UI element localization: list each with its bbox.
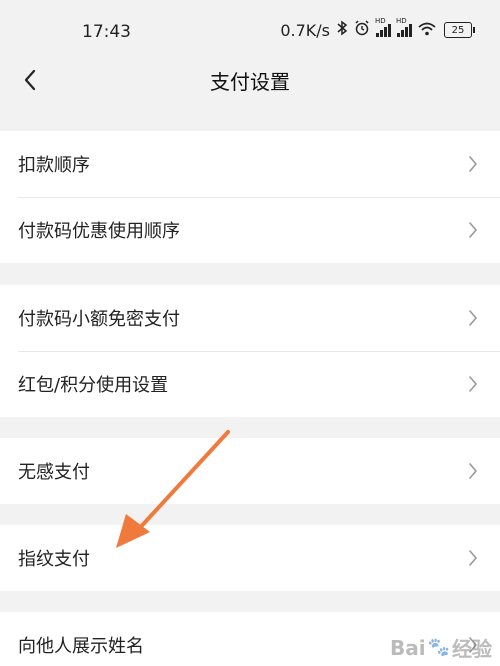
status-time: 17:43 [82, 22, 131, 42]
wifi-icon [418, 21, 436, 40]
status-bar: 17:43 0.7K/s HD HD 25 [0, 0, 500, 60]
chevron-right-icon [469, 463, 477, 479]
settings-item-coupon-order[interactable]: 付款码优惠使用顺序 [0, 197, 500, 263]
settings-item-label: 付款码小额免密支付 [18, 309, 180, 330]
chevron-right-icon [469, 222, 477, 238]
chevron-right-icon [469, 156, 477, 172]
settings-item-label: 红包/积分使用设置 [18, 375, 169, 396]
alarm-icon [354, 20, 370, 40]
settings-group-1: 扣款顺序 付款码优惠使用顺序 [0, 131, 500, 263]
settings-item-label: 付款码优惠使用顺序 [18, 221, 180, 242]
page-title: 支付设置 [210, 70, 290, 94]
paw-icon: 🐾 [427, 637, 450, 658]
chevron-right-icon [469, 376, 477, 392]
chevron-right-icon [469, 550, 477, 566]
status-icons: 0.7K/s HD HD 25 [280, 17, 475, 40]
watermark-text-a: Bai [389, 635, 426, 660]
settings-group-3: 无感支付 [0, 438, 500, 504]
settings-group-2: 付款码小额免密支付 红包/积分使用设置 [0, 285, 500, 417]
settings-item-redpacket-points[interactable]: 红包/积分使用设置 [0, 351, 500, 417]
network-speed: 0.7K/s [280, 20, 330, 40]
battery-level: 25 [451, 24, 465, 36]
bluetooth-icon [336, 20, 348, 40]
settings-group-4: 指纹支付 [0, 525, 500, 591]
settings-item-seamless-payment[interactable]: 无感支付 [0, 438, 500, 504]
settings-item-deduction-order[interactable]: 扣款顺序 [0, 131, 500, 197]
settings-item-fingerprint-payment[interactable]: 指纹支付 [0, 525, 500, 591]
chevron-right-icon [469, 310, 477, 326]
battery-icon: 25 [444, 22, 475, 38]
hd-label-2: HD [396, 17, 407, 25]
settings-item-small-payment[interactable]: 付款码小额免密支付 [0, 285, 500, 351]
settings-item-label: 向他人展示姓名 [18, 636, 144, 657]
signal-icon-2: HD [396, 17, 412, 37]
watermark-text-b: 经验 [452, 637, 492, 661]
settings-item-label: 扣款顺序 [18, 155, 90, 176]
signal-icon: HD [375, 17, 391, 37]
settings-item-label: 无感支付 [18, 462, 90, 483]
watermark-logo: Bai 🐾 经验 [390, 633, 492, 662]
settings-item-label: 指纹支付 [18, 549, 90, 570]
navigation-bar: 支付设置 [0, 60, 500, 126]
hd-label: HD [375, 17, 386, 25]
